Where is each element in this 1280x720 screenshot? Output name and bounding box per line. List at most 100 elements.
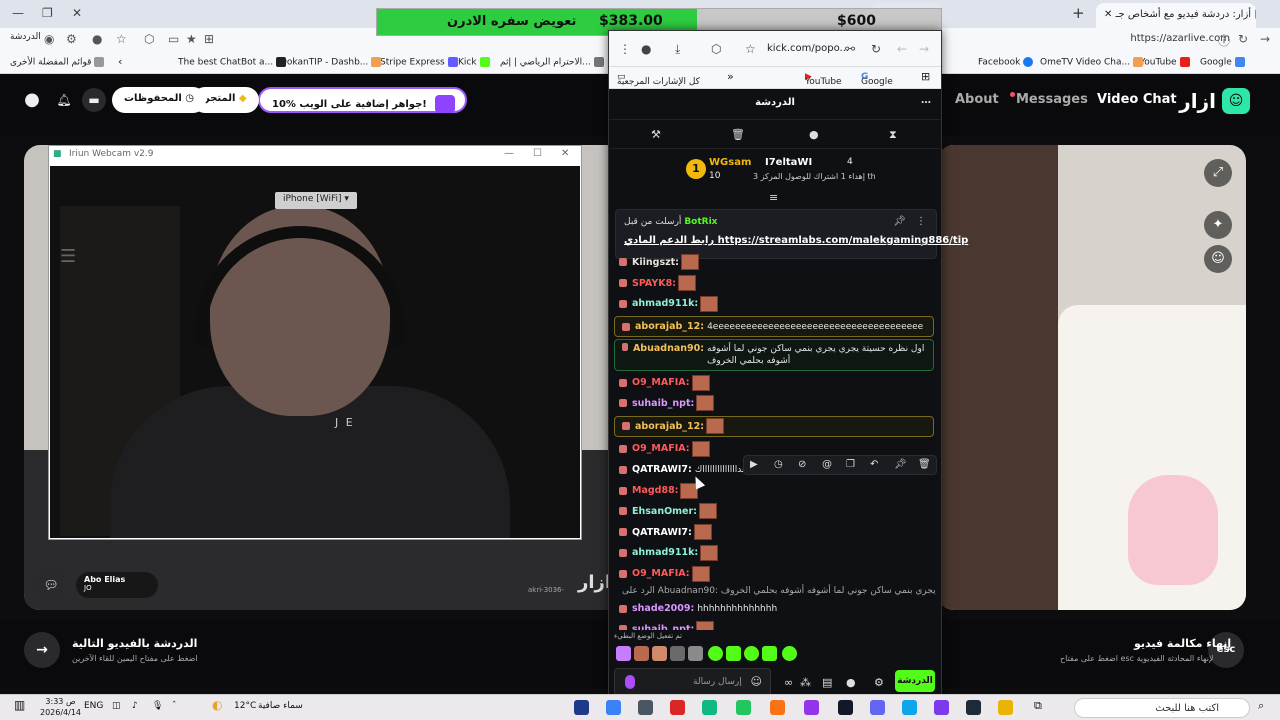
taskbar-app-icon[interactable] — [638, 700, 653, 715]
chat-username[interactable]: O9_MAFIA: — [632, 443, 690, 454]
clear-chat-icon[interactable]: 🗑︎ — [731, 128, 745, 141]
bookmark-other-favorites[interactable]: قوائم المفضلة الأخرى — [10, 57, 105, 68]
emote-icon[interactable] — [696, 621, 715, 630]
emote-icon[interactable] — [696, 395, 715, 412]
emote-icon[interactable] — [700, 295, 719, 312]
nav-about[interactable]: About — [955, 92, 999, 107]
chat-message[interactable]: Abuadnan90: اول نظره حسيتة يجري يجري بنمي… — [614, 339, 934, 372]
chat-bubble-button[interactable]: 💬︎ — [34, 570, 68, 600]
emote-icon[interactable] — [706, 418, 725, 435]
chat-message[interactable]: aborajab_12: — [614, 415, 934, 437]
tab-azar[interactable]: ✕ أزار: دردشة فيديو مع أشخاص جـ — [1096, 3, 1256, 28]
emote-icon[interactable] — [691, 440, 710, 457]
chat-username[interactable]: Abuadnan90: — [633, 343, 704, 355]
chat-username[interactable]: EhsanOmer: — [632, 506, 697, 517]
bookmark-dokantip[interactable]: DokanTIP - Dashb... — [280, 57, 382, 68]
pinned-link-url[interactable]: https://streamlabs.com/malekgaming886/ti… — [718, 235, 969, 246]
action-delete-icon[interactable]: 🗑︎ — [918, 459, 931, 470]
chat-username[interactable]: shade2009: — [632, 603, 694, 614]
chat-message-input[interactable]: إرسال رسالة ☺ — [614, 668, 771, 696]
chat-more-icon[interactable]: … — [921, 95, 931, 106]
iriun-minimize-icon[interactable]: — — [504, 148, 514, 159]
popup-apps-icon[interactable]: ⊞ — [921, 70, 930, 83]
emote-icon[interactable] — [762, 646, 777, 661]
popup-bm-chevron-icon[interactable]: » — [727, 70, 734, 83]
profile-avatar-icon[interactable]: ● — [92, 32, 102, 46]
emote-icon[interactable] — [691, 374, 710, 391]
taskbar-app-icon[interactable] — [804, 700, 819, 715]
chat-username[interactable]: QATRAWI7: — [632, 527, 692, 538]
chat-username[interactable]: suhaib_npt: — [632, 398, 694, 409]
chat-username[interactable]: SPAYK8: — [632, 278, 676, 289]
slow-mode-hourglass-icon[interactable]: ⧗ — [889, 128, 897, 142]
collections-icon[interactable]: ⊞ — [204, 32, 214, 46]
new-tab-icon[interactable]: + — [1072, 4, 1085, 22]
taskbar-weather[interactable]: سماء صافية — [258, 701, 303, 711]
profile-label[interactable]: الدردشة — [10, 32, 41, 42]
chat-message[interactable]: EhsanOmer: — [612, 501, 936, 522]
chat-message[interactable]: Magd88: — [612, 480, 936, 501]
popup-back-icon[interactable]: ← — [897, 42, 907, 56]
bookmark-sports[interactable]: الاحترام الرياضي | إثم... — [500, 57, 604, 68]
copilot-icon[interactable]: ◉ — [44, 32, 54, 46]
iriun-device-select[interactable]: iPhone [WiFi] ▾ — [275, 192, 357, 209]
chat-message[interactable]: SPAYK8: — [612, 273, 936, 294]
reload-icon[interactable]: ↻ — [1238, 32, 1248, 46]
taskbar-network-icon[interactable]: ◫ — [112, 701, 121, 711]
chat-mode-icon[interactable]: ● — [809, 128, 819, 141]
gift-promo-button[interactable]: 10% جواهر إضافية على الويب! — [258, 87, 467, 113]
taskbar-search-box[interactable]: اكتب هنا للبحث — [1074, 698, 1250, 718]
popup-site-settings-icon[interactable]: ⚯ — [845, 42, 855, 56]
emote-icon[interactable] — [616, 646, 631, 661]
iriun-menu-icon[interactable]: ☰ — [60, 246, 76, 267]
chat-message[interactable]: suhaib_npt: — [612, 393, 936, 414]
send-chat-button[interactable]: الدردشة — [895, 670, 935, 692]
chat-message[interactable]: الرد على Abuadnan90: اول نظره حسيتة يجري… — [612, 584, 936, 598]
taskbar-app-icon[interactable] — [670, 700, 685, 715]
taskbar-app-icon[interactable] — [770, 700, 785, 715]
iriun-maximize-icon[interactable]: ☐ — [533, 148, 542, 159]
taskbar-app-icon[interactable] — [902, 700, 917, 715]
window-minimize-icon[interactable]: — — [12, 6, 24, 20]
settings-icon[interactable]: ⚙ — [66, 32, 77, 46]
bookmark-ometv[interactable]: OmeTV Video Cha... — [1040, 57, 1144, 68]
loop-icon[interactable]: ∞ — [784, 676, 793, 689]
emote-icon[interactable] — [652, 646, 667, 661]
chat-message[interactable]: shade2009: hhhhhhhhhhhhhh — [612, 598, 936, 619]
chat-username[interactable]: aborajab_12: — [635, 421, 704, 432]
iriun-close-icon[interactable]: ✕ — [561, 148, 569, 159]
chat-message[interactable]: Kiingszt: — [612, 252, 936, 273]
emote-icon[interactable] — [700, 544, 719, 561]
chat-username[interactable]: Magd88: — [632, 485, 678, 496]
bookmark-google[interactable]: Google — [1200, 57, 1245, 68]
popup-bookmark-youtube[interactable]: YouTube ▶ — [805, 72, 842, 87]
extensions-icon[interactable]: ⬡ — [144, 32, 154, 46]
taskbar-show-desktop-icon[interactable]: ▥ — [14, 698, 25, 712]
inbox-icon[interactable]: ▬ — [82, 88, 106, 112]
taskbar-app-icon[interactable] — [838, 700, 853, 715]
taskbar-language[interactable]: ENG — [84, 701, 103, 711]
pinned-collapse-icon[interactable]: ⌄ — [918, 238, 926, 249]
popup-profile-icon[interactable]: ● — [641, 42, 651, 56]
chat-message[interactable]: QATRAWI7: — [612, 522, 936, 543]
popup-bookmark-all[interactable]: كل الإشارات المرجعية ▭ — [617, 72, 700, 87]
taskbar-app-icon[interactable] — [702, 700, 717, 715]
popup-extensions-icon[interactable]: ⬡ — [711, 42, 721, 56]
leader-first-name[interactable]: WGsam — [709, 157, 751, 168]
emote-icon[interactable] — [634, 646, 649, 661]
address-info-icon[interactable]: ⓘ — [1218, 32, 1230, 49]
chat-username[interactable]: aborajab_12: — [635, 321, 704, 332]
action-play-icon[interactable]: ▶ — [750, 459, 758, 470]
bookmarks-scroll-left-icon[interactable]: ‹ — [118, 55, 122, 68]
emote-icon[interactable] — [726, 646, 741, 661]
taskbar-temperature[interactable]: 12°C — [234, 701, 256, 711]
bookmark-stripe[interactable]: Stripe Express — [380, 57, 458, 68]
taskbar-clock[interactable]: 3:33 ص 2026/4/14 — [40, 696, 81, 718]
taskbar-app-icon[interactable] — [606, 700, 621, 715]
chat-message[interactable]: ahmad911k: — [612, 294, 936, 315]
profile-avatar-icon[interactable]: ● — [20, 88, 44, 112]
notification-bell-icon[interactable]: 🔔︎ — [52, 88, 76, 112]
taskbar-app-icon[interactable] — [934, 700, 949, 715]
popup-download-icon[interactable]: ⤓ — [675, 42, 680, 57]
taskbar-app-icon[interactable] — [966, 700, 981, 715]
